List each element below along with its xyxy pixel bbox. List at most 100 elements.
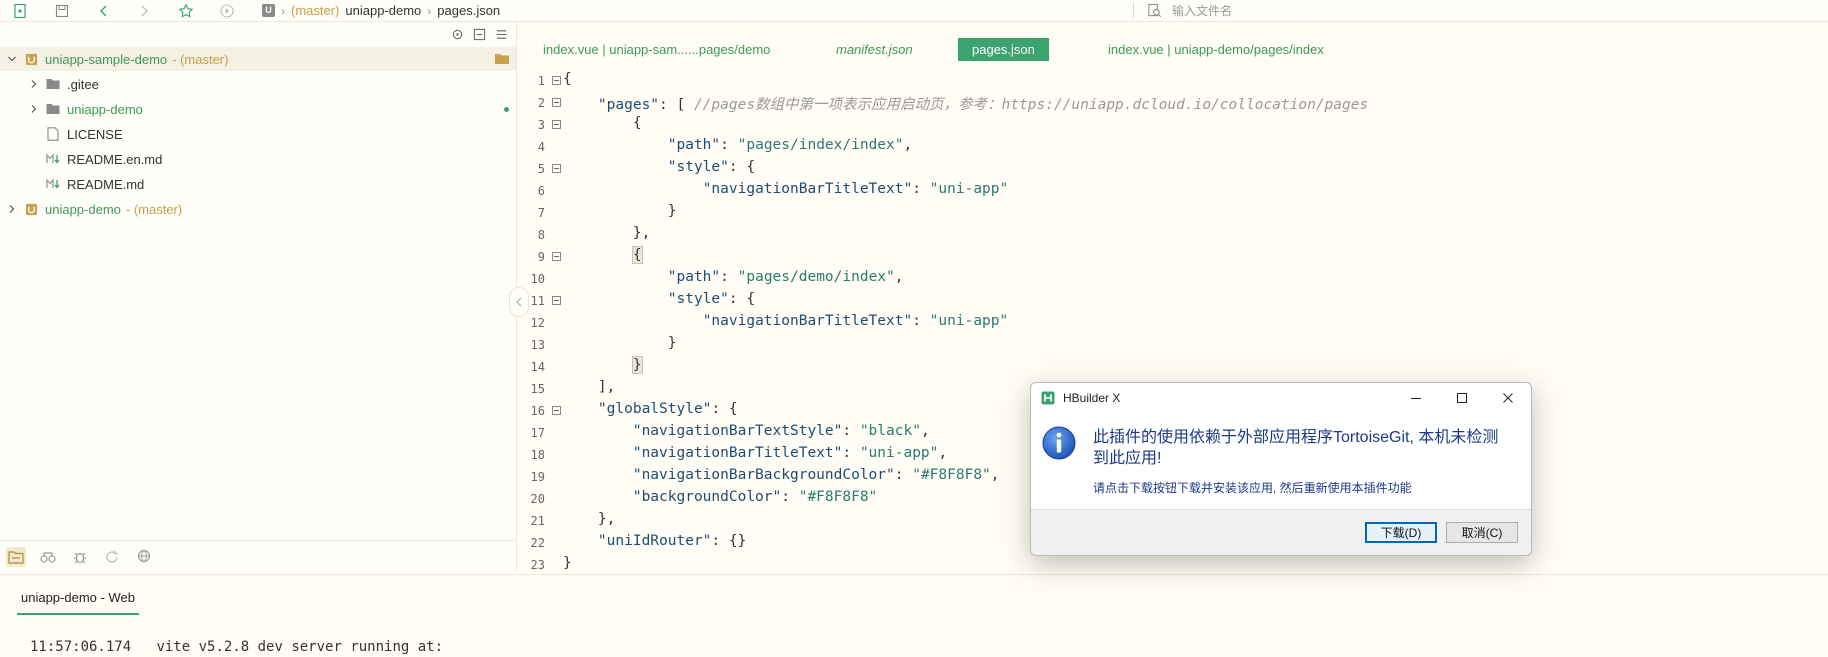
console-message: vite v5.2.8 dev server running at: [156, 639, 444, 655]
line-number: 11 [530, 294, 545, 308]
menu-icon[interactable] [495, 28, 508, 41]
code-line: "pages": [ //pages数组中第一项表示应用启动页，参考：https… [597, 97, 1369, 113]
fold-icon[interactable] [552, 164, 561, 173]
sidebar-actions [451, 28, 508, 41]
code-line: }, [632, 225, 651, 241]
project-manager-icon[interactable] [6, 546, 26, 567]
run-icon[interactable] [217, 1, 237, 20]
code-line: ], [597, 379, 616, 395]
line-number: 10 [530, 272, 545, 286]
sidebar-bottom-tabs [0, 540, 516, 572]
breadcrumb-file[interactable]: pages.json [437, 3, 500, 18]
line-number: 16 [530, 404, 545, 418]
forward-icon[interactable] [134, 1, 154, 20]
info-icon [1041, 425, 1077, 461]
tree-item-label: README.md [67, 176, 145, 192]
save-icon[interactable] [52, 1, 72, 20]
console-tab-web[interactable]: uniapp-demo - Web [17, 590, 139, 615]
chevron-right-icon[interactable] [6, 203, 18, 215]
fold-icon[interactable] [552, 252, 561, 261]
breadcrumb-project[interactable]: uniapp-demo [345, 3, 421, 18]
code-line: "navigationBarBackgroundColor": "#F8F8F8… [632, 467, 1000, 483]
breadcrumb-separator: › [427, 3, 432, 18]
file-search-input[interactable] [1170, 2, 1474, 19]
code-line: "navigationBarTitleText": "uni-app", [632, 445, 948, 461]
tab-manifest-json[interactable]: manifest.json [822, 38, 927, 61]
line-number: 9 [537, 250, 545, 264]
plugin-warning-dialog: HBuilder X 此插件的使用依赖于外部应用程序TortoiseGit, 本… [1030, 382, 1532, 556]
code-line: } [667, 335, 677, 351]
breadcrumb-branch[interactable]: (master) [291, 3, 339, 18]
fold-icon[interactable] [552, 98, 561, 107]
breadcrumb-separator: › [281, 3, 285, 18]
tree-item-gitee[interactable]: .gitee [0, 72, 516, 96]
tab-index-vue-demo[interactable]: index.vue | uniapp-sam......pages/demo [529, 38, 784, 61]
fold-icon[interactable] [552, 120, 561, 129]
tab-index-vue-index[interactable]: index.vue | uniapp-demo/pages/index [1094, 38, 1338, 61]
dialog-titlebar[interactable]: HBuilder X [1031, 383, 1531, 413]
star-icon[interactable] [176, 1, 196, 20]
new-file-icon[interactable] [10, 1, 30, 20]
line-number: 7 [537, 206, 545, 220]
folder-icon [46, 102, 60, 116]
code-line: { [563, 71, 572, 87]
hbuilder-logo-icon [1041, 391, 1055, 405]
folder-icon [46, 77, 60, 91]
fold-icon[interactable] [552, 296, 561, 305]
console-panel: uniapp-demo - Web 11:57:06.174 vite v5.2… [0, 574, 1828, 657]
line-number: 15 [530, 382, 545, 396]
code-line: "style": { [667, 291, 756, 307]
close-icon[interactable] [1485, 383, 1531, 413]
fold-icon[interactable] [552, 76, 561, 85]
code-line: "navigationBarTitleText": "uni-app" [702, 181, 1009, 197]
collapse-all-icon[interactable] [473, 28, 486, 41]
code-line: } [563, 555, 572, 571]
tab-pages-json[interactable]: pages.json [958, 38, 1049, 61]
locate-icon[interactable] [451, 28, 464, 41]
code-line: }, [597, 511, 616, 527]
tree-item-uniapp-demo-project[interactable]: uniapp-demo - (master) [0, 197, 516, 221]
tree-item-label: LICENSE [67, 126, 123, 142]
line-number: 23 [530, 558, 545, 572]
line-number: 21 [530, 514, 545, 528]
markdown-icon [46, 152, 60, 166]
line-number: 8 [537, 228, 545, 242]
line-number: 20 [530, 492, 545, 506]
fold-icon[interactable] [552, 406, 561, 415]
tree-item-license[interactable]: LICENSE [0, 122, 516, 146]
line-number: 13 [530, 338, 545, 352]
file-search-icon [1148, 3, 1162, 18]
chevron-right-icon[interactable] [28, 78, 40, 90]
markdown-icon [46, 177, 60, 191]
maximize-icon[interactable] [1439, 383, 1485, 413]
debug-icon[interactable] [70, 547, 90, 567]
download-button[interactable]: 下载(D) [1365, 522, 1437, 543]
chevron-down-icon[interactable] [6, 53, 18, 65]
dialog-body: 此插件的使用依赖于外部应用程序TortoiseGit, 本机未检测到此应用! 请… [1031, 413, 1531, 509]
tree-item-readme-en[interactable]: README.en.md [0, 147, 516, 171]
modified-indicator [504, 106, 509, 112]
line-number: 18 [530, 448, 545, 462]
file-search [1147, 0, 1474, 21]
minimize-icon[interactable] [1393, 383, 1439, 413]
code-line: "path": "pages/index/index", [667, 137, 913, 153]
code-line: "backgroundColor": "#F8F8F8" [632, 489, 878, 505]
line-number: 1 [537, 74, 545, 88]
cancel-button[interactable]: 取消(C) [1446, 522, 1518, 543]
toolbar-divider [1133, 2, 1134, 19]
line-number: 19 [530, 470, 545, 484]
tree-item-uniapp-demo-folder[interactable]: uniapp-demo [0, 97, 516, 121]
open-folder-icon[interactable] [494, 52, 510, 65]
tree-item-branch: - (master) [172, 51, 229, 67]
tree-item-readme[interactable]: README.md [0, 172, 516, 196]
tree-item-uniapp-sample-demo[interactable]: uniapp-sample-demo - (master) [0, 47, 516, 71]
code-line: "globalStyle": { [597, 401, 738, 417]
globe-icon[interactable] [134, 547, 154, 567]
tree-item-label: uniapp-sample-demo [45, 51, 168, 67]
refresh-icon[interactable] [102, 547, 122, 567]
chevron-right-icon[interactable] [28, 103, 40, 115]
line-number: 14 [530, 360, 545, 374]
back-icon[interactable] [94, 1, 114, 20]
binoculars-icon[interactable] [38, 547, 58, 567]
top-toolbar: U › (master) uniapp-demo › pages.json [0, 0, 1828, 22]
